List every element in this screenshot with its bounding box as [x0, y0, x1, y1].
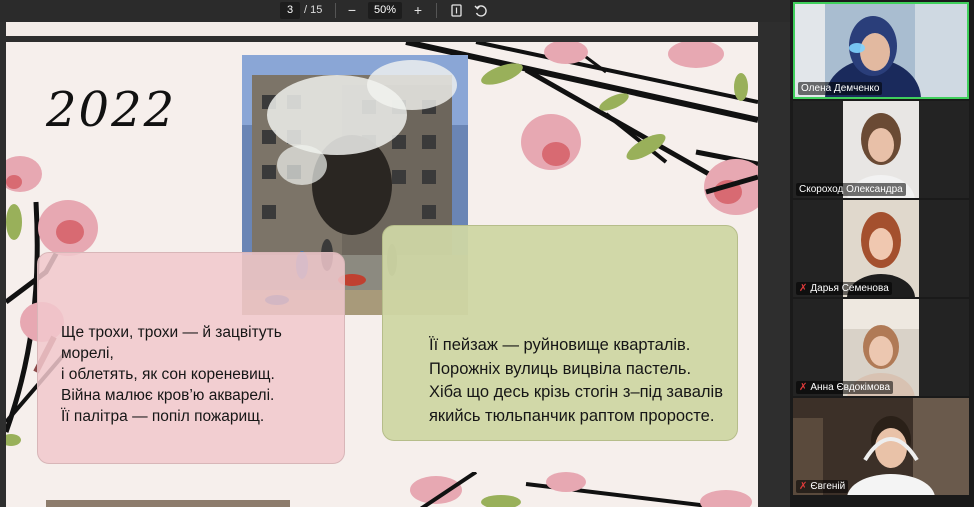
fit-page-icon	[450, 4, 462, 17]
participant-name: ✗ Євгеній	[796, 480, 849, 493]
toolbar-divider	[335, 3, 336, 18]
poem-line: Порожніх вулиць вицвіла пастель.	[429, 359, 692, 378]
next-slide-decoration	[46, 472, 752, 507]
participant-name: Скороход Олександра	[796, 183, 906, 196]
presentation-toolbar: 3 / 15 − 50% +	[0, 0, 790, 22]
page-total-label: / 15	[304, 4, 323, 16]
poem-line: Ще трохи, трохи — й зацвітуть	[61, 324, 282, 341]
conference-window: 3 / 15 − 50% + 2022 Ще трохи, трохи — й …	[0, 0, 974, 507]
zoom-out-button[interactable]: −	[343, 2, 361, 19]
page-number-input[interactable]: 3	[280, 2, 300, 19]
toolbar-divider	[436, 3, 437, 18]
document-viewer[interactable]: 2022 Ще трохи, трохи — й зацвітуть морел…	[0, 22, 790, 507]
poem-stanza-right: Її пейзаж — руйновище кварталів. Порожні…	[429, 334, 749, 428]
poem-line: якийсь тюльпанчик раптом проросте.	[429, 406, 715, 425]
poem-line: Її пейзаж — руйновище кварталів.	[429, 336, 691, 354]
rotate-button[interactable]	[472, 2, 490, 19]
poem-stanza-left: Ще трохи, трохи — й зацвітуть морелі, і …	[61, 322, 331, 427]
participant-tile[interactable]: ✗ Анна Євдокімова	[793, 299, 969, 396]
zoom-level-input[interactable]: 50%	[368, 2, 402, 19]
previous-slide-edge	[6, 22, 758, 36]
poem-line: Хіба що десь крізь стогін з–під завалів	[429, 383, 723, 401]
fit-page-button[interactable]	[447, 2, 465, 19]
participants-panel: Олена Демченко Скороход Олександра ✗ Дарь…	[790, 0, 974, 507]
poem-line: Війна малює кров’ю акварелі.	[61, 387, 275, 404]
participant-name-text: Анна Євдокімова	[810, 382, 891, 393]
rotate-icon	[474, 5, 487, 17]
participant-name: Олена Демченко	[798, 82, 883, 95]
microphone-muted-icon: ✗	[799, 382, 808, 393]
participant-tile[interactable]: ✗ Дарья Семенова	[793, 200, 969, 297]
participant-tile[interactable]: Олена Демченко	[793, 2, 969, 99]
participant-name: ✗ Анна Євдокімова	[796, 381, 894, 394]
participant-name-text: Дарья Семенова	[810, 283, 889, 294]
poem-line: Її палітра — попіл пожарищ.	[61, 408, 265, 425]
current-slide: 2022 Ще трохи, трохи — й зацвітуть морел…	[6, 42, 758, 488]
zoom-in-button[interactable]: +	[409, 2, 427, 19]
poem-line: морелі,	[61, 345, 114, 362]
microphone-muted-icon: ✗	[799, 481, 808, 492]
participant-name: ✗ Дарья Семенова	[796, 282, 892, 295]
poem-line: і облетять, як сон кореневищ.	[61, 366, 275, 383]
next-slide-edge	[6, 472, 758, 507]
microphone-muted-icon: ✗	[799, 283, 808, 294]
participant-tile[interactable]: ✗ Євгеній	[793, 398, 969, 495]
participant-name-text: Євгеній	[810, 481, 846, 492]
slide-year-title: 2022	[46, 82, 177, 138]
participant-tile[interactable]: Скороход Олександра	[793, 101, 969, 198]
